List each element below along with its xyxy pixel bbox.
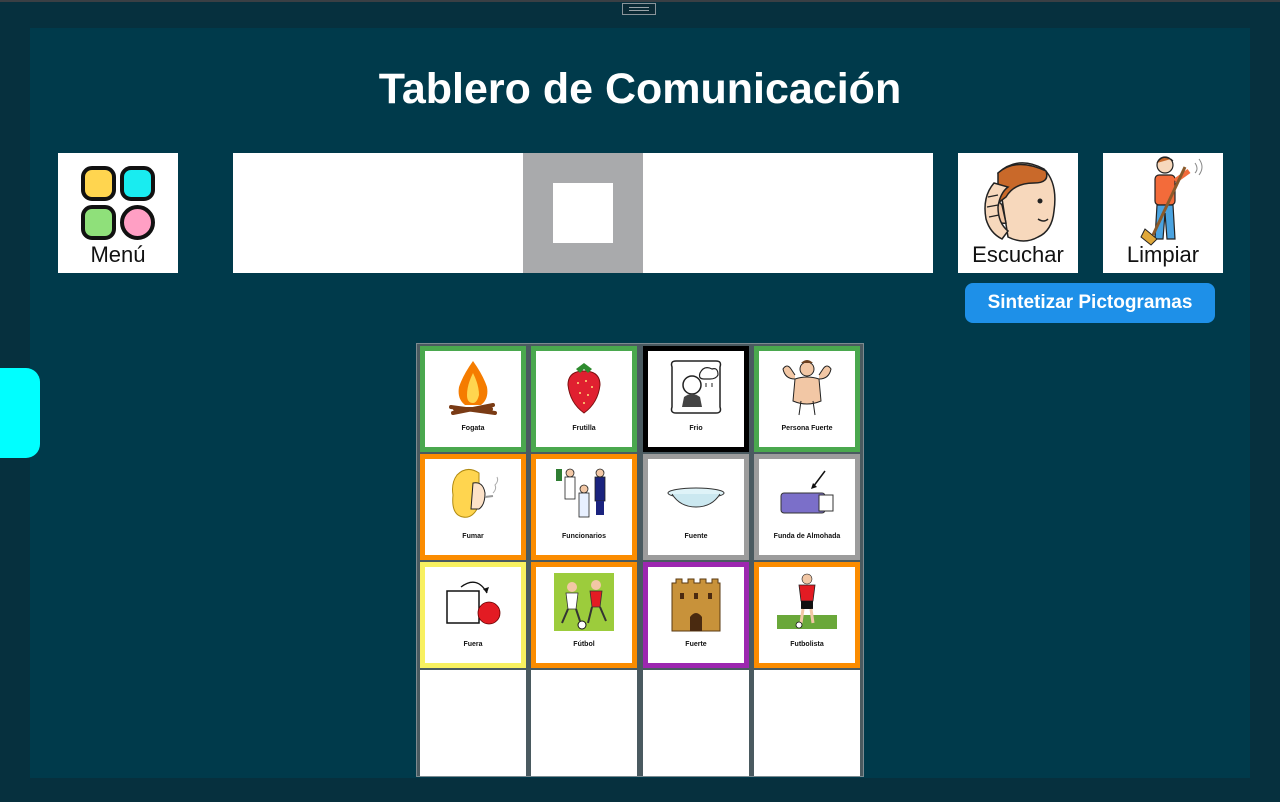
bowl-icon (667, 487, 725, 508)
synthesize-pictograms-button[interactable]: Sintetizar Pictogramas (965, 283, 1215, 323)
pictogram-label: Futbolista (790, 641, 824, 648)
empty-cell[interactable] (420, 670, 526, 776)
cold-person-icon (670, 360, 722, 414)
pictogram-label: Funcionarios (562, 533, 606, 540)
pictogram-label: Frio (689, 425, 703, 432)
pictogram-funcionarios[interactable]: Funcionarios (531, 454, 637, 560)
pictogram-frutilla[interactable]: Frutilla (531, 346, 637, 452)
page-title: Tablero de Comunicación (378, 65, 902, 113)
side-panel-toggle[interactable] (0, 368, 40, 458)
pictogram-futbol[interactable]: Fútbol (531, 562, 637, 668)
pictogram-label: Fútbol (573, 641, 595, 648)
smoking-icon (452, 469, 499, 518)
pictogram-label: Fuera (463, 641, 483, 648)
empty-cell[interactable] (531, 670, 637, 776)
pictogram-label: Fumar (462, 533, 484, 540)
pictogram-fuera[interactable]: Fuera (420, 562, 526, 668)
clear-button[interactable]: Limpiar (1103, 153, 1223, 273)
officials-icon (556, 468, 606, 518)
pictogram-frio[interactable]: Frio (643, 346, 749, 452)
pictogram-persona-fuerte[interactable]: Persona Fuerte (754, 346, 860, 452)
pictogram-label: Frutilla (572, 425, 596, 432)
sentence-slot-placeholder (553, 183, 613, 243)
drag-handle[interactable] (622, 3, 656, 15)
menu-button[interactable]: Menú (58, 153, 178, 273)
pictogram-label: Fogata (461, 425, 485, 432)
pictogram-futbolista[interactable]: Futbolista (754, 562, 860, 668)
campfire-icon (449, 361, 497, 415)
strong-person-icon (782, 360, 832, 416)
menu-label: Menú (90, 242, 146, 267)
pictogram-fuente[interactable]: Fuente (643, 454, 749, 560)
pictogram-fuerte[interactable]: Fuerte (643, 562, 749, 668)
pictogram-label: Fuerte (685, 641, 707, 648)
football-icon (554, 573, 614, 631)
clear-label: Limpiar (1126, 242, 1200, 267)
pictogram-label: Funda de Almohada (773, 533, 841, 540)
pictogram-fogata[interactable]: Fogata (420, 346, 526, 452)
pictogram-label: Fuente (684, 533, 708, 540)
pictogram-grid: Fogata Frutilla Frio Persona Fuerte Fuma… (416, 343, 864, 777)
empty-cell[interactable] (754, 670, 860, 776)
menu-grid-icon (81, 166, 155, 240)
sentence-slot[interactable] (523, 153, 643, 273)
footballer-icon (777, 573, 837, 629)
strawberry-icon (567, 363, 601, 414)
sentence-strip[interactable] (233, 153, 933, 273)
listen-label: Escuchar (972, 242, 1064, 267)
pictogram-fumar[interactable]: Fumar (420, 454, 526, 560)
empty-cell[interactable] (643, 670, 749, 776)
fortress-icon (671, 578, 721, 632)
listen-button[interactable]: Escuchar (958, 153, 1078, 273)
pictogram-label: Persona Fuerte (781, 425, 833, 432)
window-top-border (0, 0, 1280, 2)
pillowcase-icon (780, 470, 834, 514)
outside-icon (446, 581, 501, 625)
pictogram-funda-de-almohada[interactable]: Funda de Almohada (754, 454, 860, 560)
